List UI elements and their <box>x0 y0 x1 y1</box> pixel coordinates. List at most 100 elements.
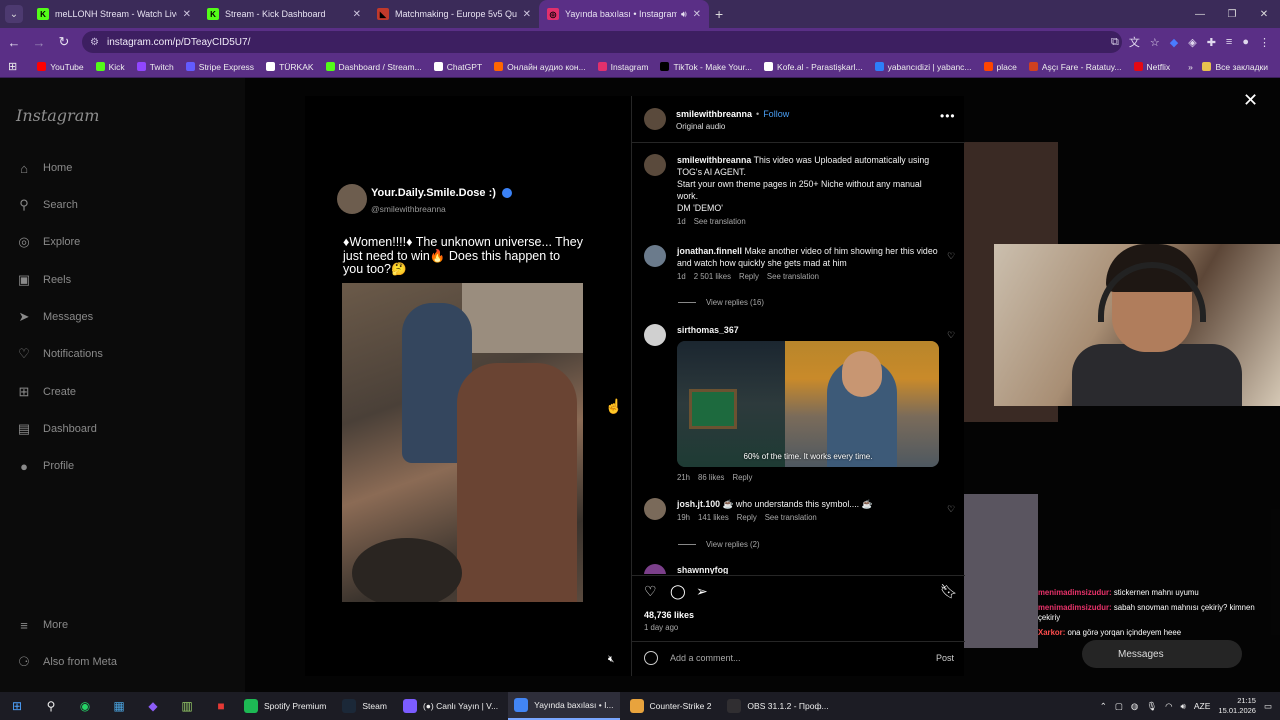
avatar[interactable] <box>644 498 666 520</box>
bookmark-item[interactable]: Онлайн аудио кон... <box>494 62 586 72</box>
close-modal-icon[interactable]: ✕ <box>1243 90 1258 111</box>
view-replies-link[interactable]: View replies (16) <box>678 298 764 307</box>
wifi-icon[interactable]: ◠ <box>1165 701 1172 712</box>
minimize-button[interactable]: — <box>1184 0 1216 28</box>
bookmark-item[interactable]: Netflix <box>1133 62 1170 72</box>
tray-icon[interactable]: ◍ <box>1131 701 1138 712</box>
video-frame[interactable] <box>342 283 583 602</box>
sidebar-item-messages[interactable]: ➤ Messages <box>16 309 94 325</box>
bookmark-item[interactable]: Kofe.al - Parastişkarl... <box>764 62 863 72</box>
like-heart-icon[interactable]: ♡ <box>947 330 955 341</box>
sidebar-item-more[interactable]: ≡ More <box>16 617 68 633</box>
like-heart-icon[interactable]: ♡ <box>644 583 657 600</box>
sidebar-item-profile[interactable]: ● Profile <box>16 458 74 474</box>
sidebar-item-meta[interactable]: ⚆ Also from Meta <box>16 654 117 670</box>
extension-icon[interactable]: ◈ <box>1188 36 1196 49</box>
microphone-icon[interactable]: 🎙︎ <box>1146 701 1157 712</box>
avatar[interactable] <box>644 108 666 130</box>
reply-button[interactable]: Reply <box>732 473 752 482</box>
comment-author[interactable]: josh.jt.100 <box>677 499 720 509</box>
site-info-icon[interactable]: ⚙ <box>90 37 99 48</box>
share-icon[interactable]: ➢ <box>696 583 708 600</box>
close-tab-icon[interactable]: ✕ <box>523 9 531 20</box>
browser-tab[interactable]: ◣ Matchmaking - Europe 5v5 Qu ✕ <box>369 0 539 28</box>
avatar[interactable] <box>644 245 666 267</box>
bookmark-item[interactable]: TÜRKAK <box>266 62 314 72</box>
browser-tab[interactable]: KmeLLONH Stream - Watch Live ✕ <box>29 0 199 28</box>
taskbar-app[interactable]: OBS 31.1.2 - Проф... <box>721 692 834 720</box>
caption-author[interactable]: smilewithbreanna <box>677 155 751 165</box>
bookmark-item[interactable]: yabancıdizi | yabanc... <box>874 62 972 72</box>
bookmark-item[interactable]: Kick <box>95 62 125 72</box>
search-icon[interactable]: ⚲ <box>40 695 62 717</box>
taskbar-app[interactable]: Spotify Premium <box>238 692 332 720</box>
close-window-button[interactable]: ✕ <box>1248 0 1280 28</box>
reply-button[interactable]: Reply <box>737 513 757 522</box>
avatar[interactable] <box>644 154 666 176</box>
sidebar-item-explore[interactable]: ◎ Explore <box>16 234 80 250</box>
bookmark-item[interactable]: Dashboard / Stream... <box>325 62 422 72</box>
browser-tab[interactable]: ◎ Yayında baxılası • Instagram 🔊︎ ✕ <box>539 0 709 28</box>
tray-icon[interactable]: ▢ <box>1115 701 1123 712</box>
whatsapp-icon[interactable]: ◉ <box>74 695 96 717</box>
extension-icon[interactable]: ◆ <box>1170 36 1178 49</box>
close-tab-icon[interactable]: ✕ <box>693 9 701 20</box>
back-icon[interactable]: ← <box>3 35 25 50</box>
post-comment-button[interactable]: Post <box>936 653 954 663</box>
close-tab-icon[interactable]: ✕ <box>353 9 361 20</box>
explorer-icon[interactable]: ▦ <box>108 695 130 717</box>
keyboard-language[interactable]: AZE <box>1194 701 1211 711</box>
bookmark-item[interactable]: Twitch <box>136 62 174 72</box>
extensions-puzzle-icon[interactable]: ✚ <box>1207 36 1216 49</box>
comment-gif[interactable]: 60% of the time. It works every time. <box>677 341 939 467</box>
install-icon[interactable]: ⧉ <box>1111 36 1119 49</box>
taskbar-app[interactable]: Counter-Strike 2 <box>624 692 718 720</box>
bookmark-item[interactable]: YouTube <box>37 62 84 72</box>
avatar[interactable] <box>644 324 666 346</box>
all-bookmarks-folder[interactable]: Все закладки <box>1202 62 1268 72</box>
clock[interactable]: 21:15 15.01.2026 <box>1218 696 1256 716</box>
reload-icon[interactable]: ↻ <box>53 34 75 50</box>
like-count[interactable]: 86 likes <box>698 473 724 482</box>
browser-tab[interactable]: K Stream - Kick Dashboard ✕ <box>199 0 369 28</box>
comment-bubble-icon[interactable]: ◯ <box>670 583 686 600</box>
bookmark-item[interactable]: Aşçı Fare - Ratatuy... <box>1028 62 1122 72</box>
like-heart-icon[interactable]: ♡ <box>947 251 955 262</box>
sidebar-item-dashboard[interactable]: ▤ Dashboard <box>16 421 97 437</box>
audio-label[interactable]: Original audio <box>676 122 725 131</box>
bookmark-star-icon[interactable]: ☆ <box>1150 36 1160 49</box>
volume-icon[interactable]: 🔊︎ <box>1181 701 1186 712</box>
translate-icon[interactable]: 文 <box>1129 34 1140 50</box>
audio-playing-icon[interactable]: 🔊︎ <box>681 9 687 20</box>
close-tab-icon[interactable]: ✕ <box>183 9 191 20</box>
emoji-icon[interactable] <box>644 651 658 665</box>
mute-icon[interactable]: 🔇︎ <box>608 654 614 665</box>
media-icon[interactable]: ≡ <box>1226 36 1232 48</box>
tray-chevron-icon[interactable]: ⌃ <box>1100 701 1107 712</box>
maximize-button[interactable]: ❐ <box>1216 0 1248 28</box>
copilot-icon[interactable]: ◆ <box>142 695 164 717</box>
start-windows-icon[interactable]: ⊞ <box>6 695 28 717</box>
sidebar-item-create[interactable]: ⊞ Create <box>16 384 76 400</box>
save-bookmark-icon[interactable]: 🔖︎ <box>940 583 958 600</box>
bookmark-item[interactable]: TikTok - Make Your... <box>660 62 752 72</box>
see-translation-link[interactable]: See translation <box>694 217 746 226</box>
bookmarks-overflow-icon[interactable]: » <box>1188 62 1193 72</box>
comment-author[interactable]: shawnnyfog <box>677 565 728 574</box>
taskbar-app[interactable]: (●) Canlı Yayın | V... <box>397 692 504 720</box>
tab-search-button[interactable]: ⌄ <box>5 5 23 23</box>
likes-count[interactable]: 48,736 likes <box>644 610 694 620</box>
bookmark-item[interactable]: ChatGPT <box>433 62 482 72</box>
taskbar-app[interactable]: Yayında baxılası • I... <box>508 692 620 720</box>
reply-button[interactable]: Reply <box>739 272 759 281</box>
more-options-icon[interactable]: ••• <box>940 109 956 123</box>
bookmark-item[interactable]: Stripe Express <box>185 62 254 72</box>
bookmark-item[interactable]: Instagram <box>597 62 648 72</box>
sidebar-item-home[interactable]: ⌂ Home <box>16 160 72 176</box>
profile-avatar-icon[interactable]: ● <box>1242 36 1249 48</box>
new-tab-button[interactable]: + <box>715 6 723 22</box>
see-translation-link[interactable]: See translation <box>767 272 819 281</box>
notifications-icon[interactable]: ▭ <box>1264 701 1272 712</box>
sidebar-item-reels[interactable]: ▣ Reels <box>16 272 71 288</box>
view-replies-link[interactable]: View replies (2) <box>678 540 760 549</box>
